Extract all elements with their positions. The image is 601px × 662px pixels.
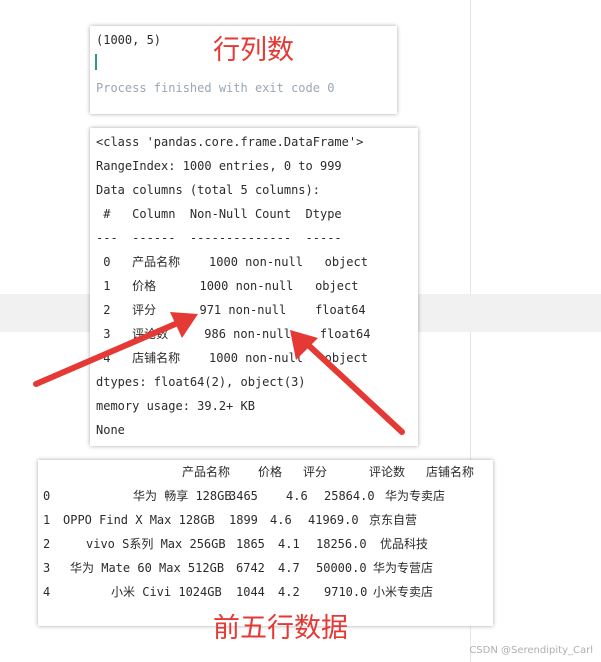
col-header-price: 价格: [258, 465, 283, 479]
info-output-panel: <class 'pandas.core.frame.DataFrame'> Ran…: [90, 128, 418, 446]
shop-name: 华为专营店: [373, 561, 434, 575]
review-count: 18256.0: [316, 537, 367, 551]
review-count: 41969.0: [308, 513, 359, 527]
info-output-line: <class 'pandas.core.frame.DataFrame'>: [96, 135, 364, 149]
review-count: 9710.0: [324, 585, 368, 599]
shop-name: 华为专卖店: [385, 489, 446, 503]
product-name: 华为 畅享 128GB: [133, 489, 232, 503]
product-name: 小米 Civi 1024GB: [111, 585, 222, 599]
info-output-line: dtypes: float64(2), object(3): [96, 375, 306, 389]
row-index: 4: [43, 585, 51, 599]
price: 1865: [236, 537, 265, 551]
row-index: 3: [43, 561, 51, 575]
watermark-text: CSDN @Serendipity_Carl: [469, 645, 593, 656]
review-count: 50000.0: [316, 561, 367, 575]
shape-output-panel: (1000, 5) Process finished with exit cod…: [90, 26, 397, 114]
shape-title-annotation: 行列数: [213, 35, 294, 66]
rating: 4.6: [270, 513, 292, 527]
price: 1899: [229, 513, 258, 527]
info-output-line: RangeIndex: 1000 entries, 0 to 999: [96, 159, 342, 173]
price: 1044: [236, 585, 265, 599]
shape-output-text: (1000, 5): [96, 33, 162, 47]
product-name: vivo S系列 Max 256GB: [86, 537, 226, 551]
info-output-line: 3 评论数 986 non-null float64: [96, 327, 371, 341]
col-header-shop: 店铺名称: [426, 465, 475, 479]
review-count: 25864.0: [324, 489, 375, 503]
info-output-line: # Column Non-Null Count Dtype: [96, 207, 342, 221]
head-title-annotation: 前五行数据: [213, 613, 348, 644]
shop-name: 小米专卖店: [373, 585, 434, 599]
shop-name: 京东自营: [369, 513, 418, 527]
product-name: 华为 Mate 60 Max 512GB: [70, 561, 225, 575]
price: 6742: [236, 561, 265, 575]
info-output-line: 2 评分 971 non-null float64: [96, 303, 366, 317]
price: 3465: [229, 489, 258, 503]
info-output-line: 1 价格 1000 non-null object: [96, 279, 359, 293]
col-header-product: 产品名称: [182, 465, 231, 479]
info-output-line: memory usage: 39.2+ KB: [96, 399, 255, 413]
row-index: 0: [43, 489, 51, 503]
info-output-line: Data columns (total 5 columns):: [96, 183, 320, 197]
row-index: 1: [43, 513, 51, 527]
col-header-reviews: 评论数: [369, 465, 406, 479]
rating: 4.1: [278, 537, 300, 551]
rating: 4.6: [286, 489, 308, 503]
col-header-rating: 评分: [303, 465, 328, 479]
info-output-line: --- ------ -------------- -----: [96, 231, 342, 245]
rating: 4.2: [278, 585, 300, 599]
rating: 4.7: [278, 561, 300, 575]
head-output-panel: 产品名称 价格 评分 评论数 店铺名称 0 华为 畅享 128GB 3465 4…: [38, 460, 493, 626]
info-output-line: 0 产品名称 1000 non-null object: [96, 255, 368, 269]
row-index: 2: [43, 537, 51, 551]
product-name: OPPO Find X Max 128GB: [63, 513, 215, 527]
shop-name: 优品科技: [380, 537, 429, 551]
text-cursor: [95, 54, 97, 70]
info-output-line: 4 店铺名称 1000 non-null object: [96, 351, 368, 365]
info-output-line: None: [96, 423, 125, 437]
process-exit-text: Process finished with exit code 0: [96, 81, 335, 95]
